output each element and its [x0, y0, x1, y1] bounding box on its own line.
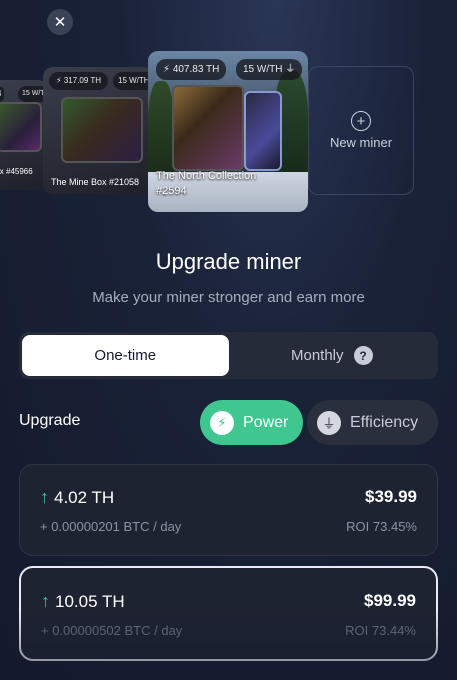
miner-name: The North Collection #2594 [156, 170, 257, 197]
arrow-up-icon: ↑ [40, 487, 49, 507]
page-subtitle: Make your miner stronger and earn more [92, 289, 365, 306]
tab-monthly[interactable]: Monthly ? [229, 335, 436, 376]
option-hashrate: 10.05 TH [55, 591, 125, 611]
efficiency-badge: 4 [0, 86, 5, 102]
tab-one-time[interactable]: One-time [22, 335, 229, 376]
miner-image [61, 97, 143, 163]
plug-icon: ⏚ [317, 410, 341, 435]
bolt-icon: ⚡ [56, 76, 62, 85]
option-btc-per-day: + 0.00000502 BTC / day [41, 623, 183, 638]
arrow-up-icon: ↑ [41, 591, 50, 611]
upgrade-label: Upgrade [19, 412, 81, 429]
option-hashrate: 4.02 TH [54, 487, 115, 507]
option-price: $39.99 [365, 487, 417, 506]
plus-icon: + [351, 111, 371, 131]
bolt-icon: ⚡ [210, 410, 234, 435]
miner-card[interactable]: ⚡ 317.09 TH 15 W/TH The Mine Box #21058 [43, 67, 153, 194]
power-mode-button[interactable]: ⚡ Power [200, 400, 303, 445]
efficiency-badge: 15 W/TH ⏚ [236, 59, 303, 80]
close-button[interactable]: ✕ [47, 9, 73, 35]
hashrate-badge: ⚡ 317.09 TH [49, 72, 109, 90]
miner-card-selected[interactable]: ⚡ 407.83 TH 15 W/TH ⏚ The North Collecti… [148, 51, 308, 212]
billing-toggle: One-time Monthly ? [19, 332, 438, 379]
close-icon: ✕ [53, 14, 67, 31]
hashrate-badge: ⚡ 407.83 TH [156, 59, 227, 80]
option-roi: ROI 73.45% [346, 519, 417, 534]
miner-name: Box #45966 [0, 167, 33, 176]
efficiency-mode-button[interactable]: ⏚ Efficiency [307, 400, 438, 445]
miner-name: The Mine Box #21058 [51, 177, 140, 187]
page-title: Upgrade miner [155, 249, 302, 274]
upgrade-option-selected[interactable]: ↑ 10.05 TH $99.99 + 0.00000502 BTC / day… [19, 566, 438, 661]
plug-icon: ⏚ [285, 64, 296, 75]
new-miner-label: New miner [329, 135, 393, 150]
miner-image [244, 91, 282, 171]
option-price: $99.99 [364, 591, 416, 610]
option-roi: ROI 73.44% [345, 623, 416, 638]
tree-image [148, 81, 174, 181]
help-icon[interactable]: ? [353, 346, 373, 365]
upgrade-option[interactable]: ↑ 4.02 TH $39.99 + 0.00000201 BTC / day … [19, 464, 438, 556]
bolt-icon: ⚡ [163, 64, 171, 75]
new-miner-button[interactable]: + New miner [308, 66, 414, 195]
miner-image [172, 85, 244, 171]
option-btc-per-day: + 0.00000201 BTC / day [40, 519, 182, 534]
efficiency-badge: 15 W/TH [113, 72, 153, 90]
